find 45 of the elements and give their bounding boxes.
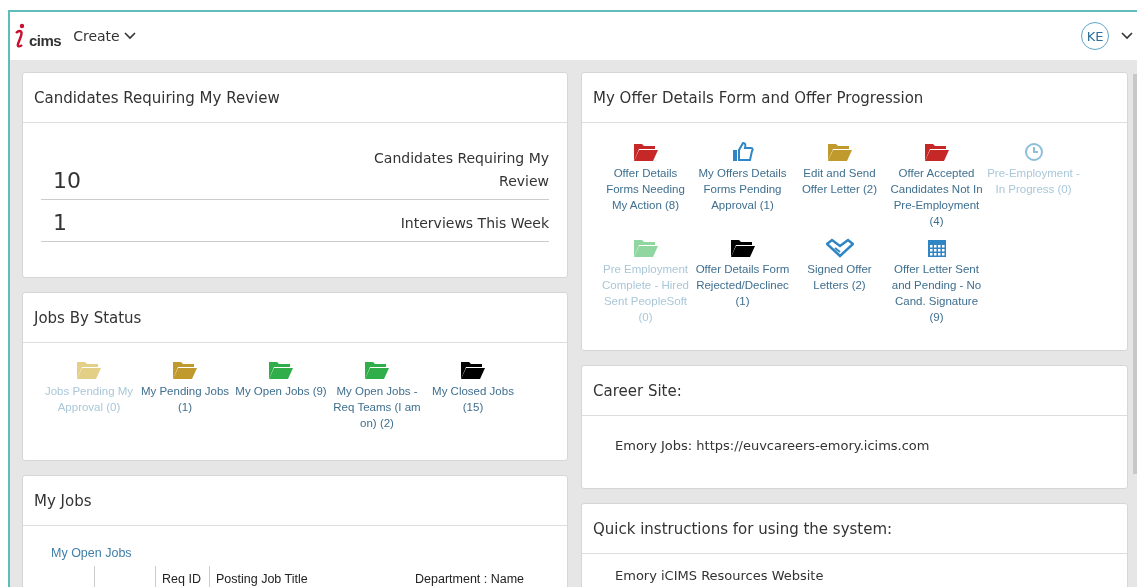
column-header[interactable]: Req ID [155,566,209,587]
card-title: My Jobs [23,476,567,526]
tile-link[interactable]: My Open Jobs (9) [235,383,327,399]
career-site-text: Emory Jobs: https://euvcareers-emory.icims.com [614,437,931,453]
tile-link[interactable]: My Open Jobs - Req Teams (I am on) (2) [329,383,425,431]
clock-icon [1023,142,1044,162]
my-open-jobs-link[interactable]: My Open Jobs [51,546,132,560]
folder-icon [632,142,659,162]
thumbs-up-icon [731,142,754,162]
tile-link[interactable]: My Closed Jobs (15) [425,383,521,415]
tile-link[interactable]: Edit and Send Offer Letter (2) [791,165,888,197]
calendar-icon [926,238,947,258]
review-label: Candidates Requiring My Review [373,149,549,191]
folder-icon [923,142,950,162]
create-menu[interactable]: Create [73,28,136,44]
column-header[interactable]: Department : Name [409,566,553,587]
chevron-down-icon [123,32,136,40]
tile-link[interactable]: Offer Details Form Rejected/Declinec (1) [694,261,791,309]
tile-link[interactable]: Offer Details Forms Needing My Action (8) [597,165,694,213]
tile-link[interactable]: Signed Offer Letters (2) [791,261,888,293]
folder-icon [364,360,390,380]
review-count: 10 [53,168,81,193]
user-avatar[interactable]: KE [1081,22,1109,50]
column-header[interactable]: Posting Job Title [209,566,409,587]
card-title: Quick instructions for using the system: [582,504,1127,554]
folder-icon [76,360,102,380]
review-label: Interviews This Week [399,214,549,233]
card-title: Career Site: [582,366,1127,416]
folder-icon [268,360,294,380]
card-title: Candidates Requiring My Review [23,73,567,123]
tile-link[interactable]: My Pending Jobs (1) [137,383,233,415]
folder-icon [172,360,198,380]
tile-link[interactable]: Offer Accepted Candidates Not In Pre-Employment (4) [888,165,985,229]
resources-text: Emory iCIMS Resources Website [614,567,825,583]
icims-logo[interactable]: cims [14,23,62,49]
chevron-down-icon[interactable] [1121,32,1133,40]
card-title: My Offer Details Form and Offer Progression [582,73,1127,123]
folder-icon [460,360,486,380]
tile-link[interactable]: My Offers Details Forms Pending Approval (1) [694,165,791,213]
review-count: 1 [53,210,67,235]
card-title: Jobs By Status [23,293,567,343]
folder-icon [729,238,756,258]
folder-icon [632,238,659,258]
folder-icon [826,142,853,162]
tile-link[interactable]: Offer Letter Sent and Pending - No Cand. Signature (9) [888,261,985,325]
